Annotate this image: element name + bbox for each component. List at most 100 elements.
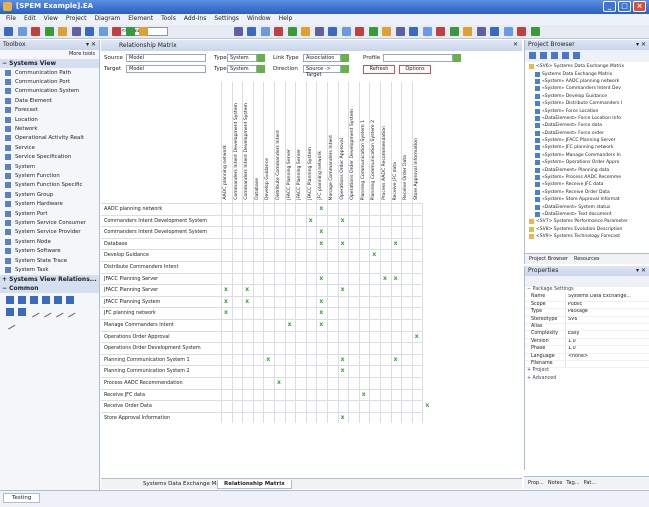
tree-item[interactable]: «System» AADC planning network bbox=[527, 78, 647, 85]
toolbar-button-icon[interactable] bbox=[463, 27, 472, 36]
matrix-relationship-mark[interactable]: x bbox=[415, 333, 419, 340]
new-package-icon[interactable] bbox=[529, 52, 536, 59]
toolbar-button-icon[interactable] bbox=[341, 27, 351, 36]
properties-tab[interactable]: Prop... bbox=[528, 480, 544, 486]
tab-relationship-matrix[interactable]: Relationship Matrix bbox=[217, 480, 292, 489]
toolbar-button-icon[interactable] bbox=[71, 27, 81, 36]
tree-item[interactable]: «DataElement» System status bbox=[527, 203, 647, 210]
matrix-row[interactable]: Commanders Intent Development System bbox=[101, 226, 423, 238]
panel-controls[interactable]: ▾ ✕ bbox=[636, 267, 646, 274]
matrix-relationship-mark[interactable]: x bbox=[319, 309, 323, 316]
toolbox-section-systems-view[interactable]: − Systems View bbox=[0, 59, 99, 68]
tab-project-browser[interactable]: Project Browser bbox=[529, 256, 568, 262]
matrix-column-header[interactable]: JFACC Planning Server bbox=[284, 82, 296, 203]
matrix-relationship-mark[interactable]: x bbox=[319, 275, 323, 282]
matrix-row[interactable]: JFACC Planning System bbox=[101, 295, 423, 308]
tree-item[interactable]: «System» Store Approval Informat bbox=[527, 196, 647, 203]
toolbox-item[interactable]: Service bbox=[0, 143, 99, 152]
toolbox-item[interactable]: Data Element bbox=[0, 96, 99, 105]
matrix-relationship-mark[interactable]: x bbox=[341, 356, 345, 363]
toolbar-button-icon[interactable] bbox=[17, 27, 27, 36]
panel-controls[interactable]: ▾ ✕ bbox=[636, 41, 646, 48]
toolbox-item[interactable]: System State Trace bbox=[0, 256, 99, 265]
menu-settings[interactable]: Settings bbox=[214, 15, 239, 24]
target-type-select[interactable]: System bbox=[227, 65, 265, 73]
toolbox-item[interactable]: System bbox=[0, 162, 99, 171]
toolbar-button-icon[interactable] bbox=[301, 27, 310, 36]
toolbar-button-icon[interactable] bbox=[355, 27, 364, 36]
menu-view[interactable]: View bbox=[44, 15, 58, 24]
artifact-icon[interactable] bbox=[42, 295, 50, 304]
matrix-relationship-mark[interactable]: x bbox=[277, 379, 281, 386]
matrix-relationship-mark[interactable]: x bbox=[341, 414, 345, 421]
text-icon[interactable] bbox=[18, 295, 26, 304]
change-icon[interactable] bbox=[18, 307, 26, 316]
tree-item[interactable]: <SV8> Systems Evolution Description bbox=[527, 226, 647, 233]
toolbar-button-icon[interactable] bbox=[517, 27, 526, 36]
tree-item[interactable]: «System» Receive Order Data bbox=[527, 189, 647, 196]
new-element-icon[interactable] bbox=[551, 52, 558, 59]
tree-item[interactable]: «System» Commanders Intent Dev bbox=[527, 85, 647, 92]
toolbox-item[interactable]: System Service Provider bbox=[0, 228, 99, 237]
toolbar-button-icon[interactable] bbox=[139, 27, 148, 36]
target-input[interactable]: Model bbox=[126, 65, 206, 73]
matrix-column-header[interactable]: Process AADC Recommendation bbox=[380, 82, 391, 203]
profile-select[interactable] bbox=[383, 54, 461, 62]
toolbar-button-icon[interactable] bbox=[44, 27, 54, 36]
matrix-column-header[interactable]: Database bbox=[252, 82, 264, 203]
dependency-icon[interactable] bbox=[40, 306, 52, 318]
matrix-row[interactable]: Database bbox=[101, 237, 423, 250]
menu-help[interactable]: Help bbox=[279, 15, 293, 24]
matrix-row[interactable]: JFACC Planning Server bbox=[101, 272, 423, 285]
matrix-relationship-mark[interactable]: x bbox=[394, 240, 398, 247]
toolbox-item[interactable]: System Hardware bbox=[0, 199, 99, 208]
toolbar-button-icon[interactable] bbox=[274, 27, 283, 36]
toolbox-section-relations[interactable]: + Systems View Relations... bbox=[0, 274, 99, 284]
tree-item[interactable]: «System» Force Location bbox=[527, 107, 647, 114]
toolbar-button-icon[interactable] bbox=[247, 27, 256, 36]
matrix-relationship-mark[interactable]: x bbox=[394, 356, 398, 363]
toolbox-item[interactable]: System Task bbox=[0, 265, 99, 274]
toolbox-item[interactable]: Network bbox=[0, 124, 99, 133]
menu-project[interactable]: Project bbox=[66, 15, 87, 24]
matrix-column-header[interactable]: Develop Guidance bbox=[263, 82, 274, 203]
toolbar-button-icon[interactable] bbox=[98, 27, 108, 36]
toolbar-button-icon[interactable] bbox=[409, 27, 418, 36]
matrix-relationship-mark[interactable]: x bbox=[266, 356, 270, 363]
tab-resources[interactable]: Resources bbox=[574, 256, 600, 262]
matrix-relationship-mark[interactable]: x bbox=[224, 298, 228, 305]
toolbar-button-icon[interactable] bbox=[476, 27, 486, 36]
tree-item[interactable]: <SV9> Systems Technology Forecast bbox=[527, 233, 647, 240]
matrix-relationship-mark[interactable]: x bbox=[288, 321, 292, 328]
realize-icon[interactable] bbox=[64, 306, 76, 318]
toolbox-item[interactable]: Forecast bbox=[0, 106, 99, 115]
matrix-relationship-mark[interactable]: x bbox=[319, 240, 323, 247]
matrix-row[interactable]: Operations Order Development System bbox=[101, 342, 423, 354]
toolbar-button-icon[interactable] bbox=[314, 27, 324, 36]
package-icon[interactable] bbox=[54, 295, 62, 304]
toolbox-item[interactable]: System Function Specific bbox=[0, 181, 99, 190]
source-input[interactable]: Model bbox=[126, 54, 206, 62]
matrix-column-header[interactable]: Store Approval Information bbox=[411, 82, 423, 203]
tree-item[interactable]: <SV7> Systems Performance Parameter bbox=[527, 218, 647, 225]
tree-item[interactable]: «System» JFACC Planning Server bbox=[527, 137, 647, 144]
matrix-column-header[interactable]: Operations Order Development System bbox=[348, 82, 359, 203]
toolbar-button-icon[interactable] bbox=[382, 27, 391, 36]
matrix-column-header[interactable]: Receive Order Data bbox=[401, 82, 412, 203]
matrix-row[interactable]: Planning Communication System 2 bbox=[101, 365, 423, 377]
toolbox-item[interactable]: System Software bbox=[0, 246, 99, 255]
tree-item[interactable]: «DataElement» Planning data bbox=[527, 166, 647, 173]
toolbar-button-icon[interactable] bbox=[436, 27, 445, 36]
toolbox-item[interactable]: System Group bbox=[0, 190, 99, 199]
toolbar-button-icon[interactable] bbox=[260, 27, 270, 36]
matrix-column-header[interactable]: JFC planning network bbox=[316, 82, 327, 203]
matrix-relationship-mark[interactable]: x bbox=[224, 309, 228, 316]
issue-icon[interactable] bbox=[6, 307, 14, 316]
tree-item[interactable]: «DataElement» Force data bbox=[527, 122, 647, 129]
matrix-relationship-mark[interactable]: x bbox=[224, 286, 228, 293]
toolbox-item[interactable]: Service Specification bbox=[0, 153, 99, 162]
direction-select[interactable]: Source -> Target bbox=[303, 65, 349, 78]
refresh-button[interactable]: Refresh bbox=[363, 65, 395, 74]
matrix-row[interactable]: Distribute Commanders Intent bbox=[101, 261, 423, 273]
matrix-column-header[interactable]: JFACC Planning Server bbox=[295, 82, 306, 203]
